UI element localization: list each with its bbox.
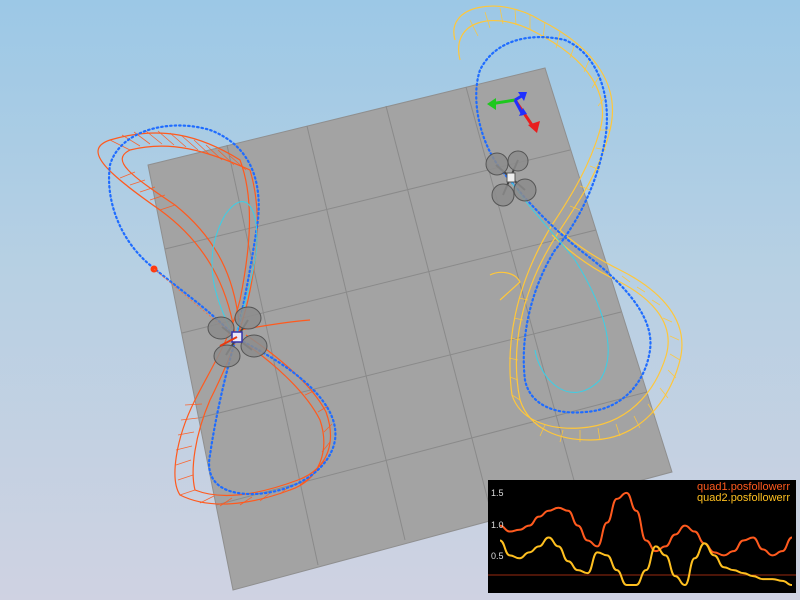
ytick-1-5: 1.5 (491, 488, 504, 498)
legend-quad2: quad2.posfollowerr (697, 492, 790, 504)
ytick-1-0: 1.0 (491, 520, 504, 530)
error-plot-panel: 1.5 1.0 0.5 quad1.posfollowerr quad2.pos… (488, 480, 796, 593)
plot-legend: quad1.posfollowerr quad2.posfollowerr (697, 482, 790, 504)
series-line-2 (499, 536, 793, 587)
ytick-0-5: 0.5 (491, 551, 504, 561)
